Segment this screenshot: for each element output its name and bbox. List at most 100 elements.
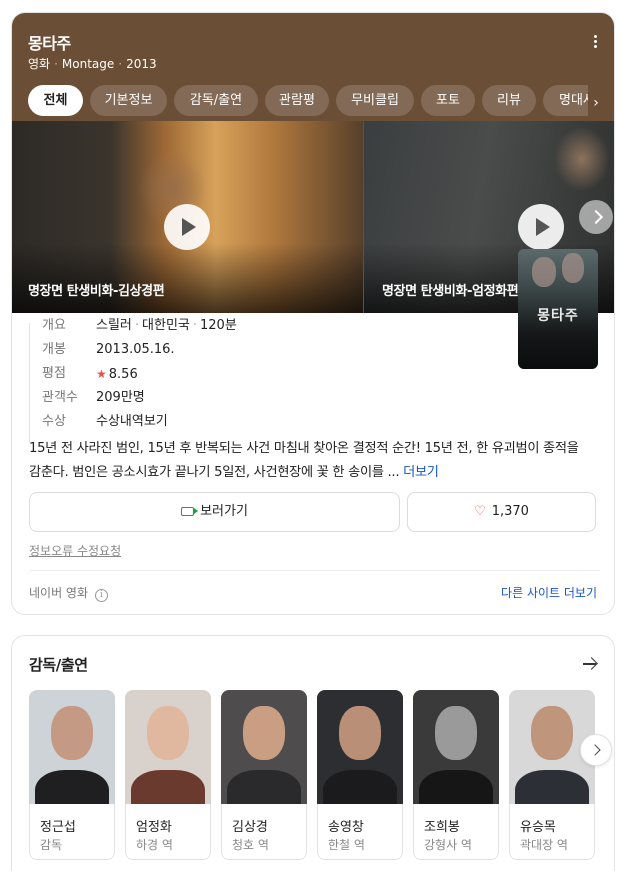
movie-title[interactable]: 몽타주 <box>28 30 71 54</box>
cast-role: 청호 역 <box>232 838 269 852</box>
more-vertical-icon[interactable] <box>590 35 600 51</box>
detail-label: 개요 <box>42 318 66 333</box>
tab-cast[interactable]: 감독/출연 <box>174 85 258 116</box>
cast-photo <box>29 690 115 804</box>
genre: 스릴러 <box>96 318 132 333</box>
cast-role: 감독 <box>40 838 63 852</box>
photo-body <box>227 770 301 804</box>
tab-bar: 전체 기본정보 감독/출연 관람평 무비클립 포토 리뷰 명대사 <box>28 85 588 117</box>
cast-item[interactable]: 송영창 한철 역 <box>317 690 403 860</box>
info-icon[interactable]: i <box>94 589 108 602</box>
cast-role: 하경 역 <box>136 838 173 852</box>
tab-all[interactable]: 전체 <box>28 85 83 116</box>
cast-caption: 정근섭 감독 <box>29 804 115 860</box>
like-count: 1,370 <box>491 504 529 519</box>
photo-body <box>35 770 109 804</box>
watch-button[interactable]: 보러가기 <box>29 492 400 532</box>
photo-head <box>243 706 285 760</box>
photo-head <box>339 706 381 760</box>
video-camera-icon <box>181 507 199 516</box>
other-sites-link[interactable]: 다른 사이트 더보기 <box>501 584 597 601</box>
cast-name: 송영창 <box>328 820 364 835</box>
poster-figure <box>562 253 584 283</box>
cast-caption: 조희봉 강형사 역 <box>413 804 499 860</box>
movie-info-card: 몽타주 영화 · Montage · 2013 전체 기본정보 감독/출연 관람평 무비… <box>11 12 615 615</box>
detail-label: 평점 <box>42 366 66 381</box>
detail-value: 스릴러 · 대한민국 · 120분 <box>96 318 237 333</box>
report-error-link[interactable]: 정보오류 수정요청 <box>29 542 121 559</box>
detail-release: 개봉 2013.05.16. <box>29 338 509 362</box>
photo-head <box>147 706 189 760</box>
tab-quotes[interactable]: 명대사 <box>543 85 588 116</box>
tab-reviews[interactable]: 리뷰 <box>482 85 536 116</box>
source-name: 네이버 영화 <box>29 586 89 600</box>
cast-name: 유승목 <box>520 820 556 835</box>
video-caption: 명장면 탄생비화-엄정화편 <box>382 284 519 299</box>
like-button[interactable]: ♡ 1,370 <box>407 492 596 532</box>
star-icon: ★ <box>96 367 107 381</box>
movie-type: 영화 <box>28 57 51 71</box>
cast-name: 엄정화 <box>136 820 172 835</box>
heart-icon: ♡ <box>474 504 486 519</box>
cast-item[interactable]: 엄정화 하경 역 <box>125 690 211 860</box>
cast-caption: 김상경 청호 역 <box>221 804 307 860</box>
photo-body <box>323 770 397 804</box>
tab-movie-clips[interactable]: 무비클립 <box>336 85 414 116</box>
tab-photos[interactable]: 포토 <box>421 85 475 116</box>
awards-link[interactable]: 수상내역보기 <box>96 410 168 434</box>
photo-head <box>531 706 573 760</box>
cast-item[interactable]: 정근섭 감독 <box>29 690 115 860</box>
photo-body <box>419 770 493 804</box>
play-icon[interactable] <box>164 204 210 250</box>
play-icon[interactable] <box>518 204 564 250</box>
detail-overview: 개요 스릴러 · 대한민국 · 120분 <box>29 314 509 338</box>
cast-caption: 엄정화 하경 역 <box>125 804 211 860</box>
country: 대한민국 <box>142 318 190 333</box>
detail-label: 수상 <box>42 414 66 429</box>
watch-label: 보러가기 <box>200 504 248 519</box>
cast-photo <box>317 690 403 804</box>
movie-details: 개요 스릴러 · 대한민국 · 120분 개봉 2013.05.16. 평점 ★ 8.56… <box>29 313 509 434</box>
chevron-right-icon[interactable]: › <box>586 93 606 113</box>
cast-caption: 유승목 곽대장 역 <box>509 804 595 860</box>
photo-body <box>515 770 589 804</box>
video-caption: 명장면 탄생비화-김상경편 <box>28 284 165 299</box>
movie-year: 2013 <box>126 57 157 71</box>
detail-value: ★ 8.56 <box>96 362 138 387</box>
cast-photo <box>125 690 211 804</box>
synopsis: 15년 전 사라진 범인, 15년 후 반복되는 사건 마침내 찾아온 결정적 … <box>29 437 605 485</box>
detail-label: 관객수 <box>42 390 78 405</box>
cast-next-chevron-icon[interactable] <box>580 734 612 766</box>
poster-title: 몽타주 <box>537 308 579 324</box>
cast-caption: 송영창 한철 역 <box>317 804 403 860</box>
photo-body <box>131 770 205 804</box>
detail-label: 개봉 <box>42 342 66 357</box>
tab-reviews-rating[interactable]: 관람평 <box>265 85 329 116</box>
tab-basic-info[interactable]: 기본정보 <box>90 85 167 116</box>
movie-english-title: Montage <box>61 57 115 71</box>
release-date: 2013.05.16. <box>96 342 175 357</box>
cast-card: 감독/출연 정근섭 감독 엄정화 하경 역 김상경 청호 역 송영창 한철 역 … <box>11 635 615 871</box>
rating-value: 8.56 <box>108 367 138 382</box>
section-title[interactable]: 감독/출연 <box>29 654 88 675</box>
movie-meta: 영화 · Montage · 2013 <box>28 57 157 71</box>
movie-poster[interactable]: 몽타주 <box>518 249 598 369</box>
poster-figure <box>532 257 556 287</box>
video-clip-1[interactable]: 명장면 탄생비화-김상경편 <box>12 121 363 313</box>
video-next-chevron-icon[interactable] <box>579 200 613 234</box>
synopsis-text: 15년 전 사라진 범인, 15년 후 반복되는 사건 마침내 찾아온 결정적 … <box>29 441 579 480</box>
divider <box>29 570 600 571</box>
cast-item[interactable]: 조희봉 강형사 역 <box>413 690 499 860</box>
cast-role: 한철 역 <box>328 838 365 852</box>
cast-role: 곽대장 역 <box>520 838 568 852</box>
cast-name: 정근섭 <box>40 820 76 835</box>
runtime: 120분 <box>200 318 237 333</box>
cast-photo <box>413 690 499 804</box>
synopsis-more-link[interactable]: 더보기 <box>403 465 439 480</box>
cast-name: 조희봉 <box>424 820 460 835</box>
arrow-right-icon[interactable] <box>583 658 597 670</box>
audience-count: 209만명 <box>96 390 145 405</box>
cast-item[interactable]: 유승목 곽대장 역 <box>509 690 595 860</box>
cast-item[interactable]: 김상경 청호 역 <box>221 690 307 860</box>
detail-audience: 관객수 209만명 <box>29 386 509 410</box>
